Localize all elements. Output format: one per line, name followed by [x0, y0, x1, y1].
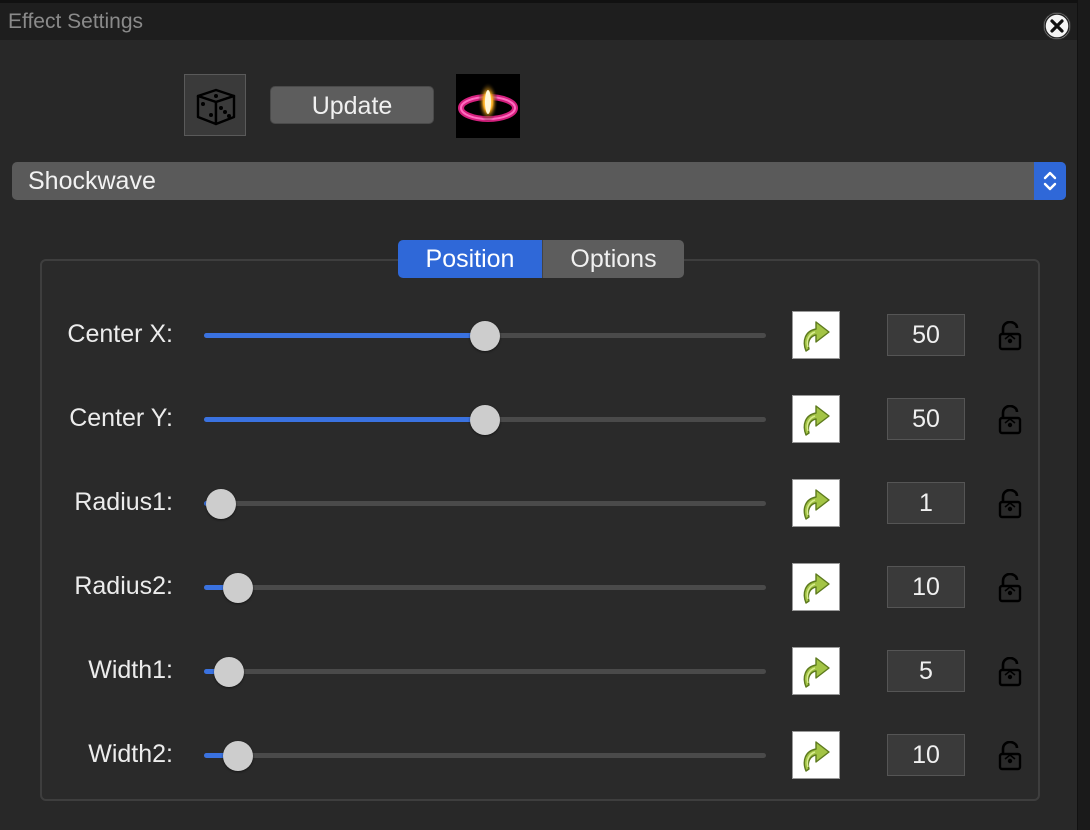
effect-type-value: Shockwave: [28, 167, 156, 195]
param-label: Radius2:: [74, 572, 173, 600]
effect-preview-thumbnail: [456, 74, 520, 138]
effect-settings-window: Effect Settings Update Shockwave Positio…: [0, 0, 1077, 830]
unlock-icon[interactable]: [996, 740, 1024, 771]
param-label: Radius1:: [74, 488, 173, 516]
unlock-icon[interactable]: [996, 572, 1024, 603]
param-label: Width2:: [88, 740, 173, 768]
reset-default-button[interactable]: [792, 311, 840, 359]
window-title: Effect Settings: [8, 10, 144, 33]
slider-fill: [204, 333, 485, 338]
curved-arrow-icon: [803, 741, 830, 772]
param-slider[interactable]: [204, 753, 766, 758]
curved-arrow-icon: [803, 573, 830, 604]
randomize-button[interactable]: [184, 74, 246, 136]
tab-options[interactable]: Options: [542, 240, 684, 278]
reset-default-button[interactable]: [792, 395, 840, 443]
select-stepper[interactable]: [1034, 162, 1066, 200]
title-bar: Effect Settings: [0, 0, 1077, 40]
param-row: Center Y: 50: [0, 394, 1077, 444]
param-value-field[interactable]: 5: [887, 650, 965, 692]
unlock-icon[interactable]: [996, 320, 1024, 351]
curved-arrow-icon: [803, 489, 830, 520]
chevron-up-down-icon: [1043, 171, 1057, 191]
param-label: Center X:: [67, 320, 173, 348]
reset-default-button[interactable]: [792, 563, 840, 611]
effect-type-select[interactable]: Shockwave: [12, 162, 1066, 200]
param-slider[interactable]: [204, 585, 766, 590]
close-button[interactable]: [1044, 13, 1070, 39]
padlock-open-icon: [998, 572, 1022, 603]
param-label: Width1:: [88, 656, 173, 684]
param-row: Radius1: 1: [0, 478, 1077, 528]
param-value-field[interactable]: 10: [887, 566, 965, 608]
param-value-field[interactable]: 10: [887, 734, 965, 776]
param-row: Width2: 10: [0, 730, 1077, 780]
padlock-open-icon: [998, 656, 1022, 687]
unlock-icon[interactable]: [996, 488, 1024, 519]
padlock-open-icon: [998, 488, 1022, 519]
param-slider[interactable]: [204, 669, 766, 674]
reset-default-button[interactable]: [792, 647, 840, 695]
slider-fill: [204, 417, 485, 422]
param-value-field[interactable]: 50: [887, 314, 965, 356]
param-row: Radius2: 10: [0, 562, 1077, 612]
param-label: Center Y:: [69, 404, 173, 432]
slider-thumb[interactable]: [222, 741, 253, 771]
reset-default-button[interactable]: [792, 479, 840, 527]
dice-icon: [196, 88, 236, 126]
slider-thumb[interactable]: [470, 321, 500, 351]
update-button[interactable]: Update: [270, 86, 434, 124]
param-slider[interactable]: [204, 501, 766, 506]
curved-arrow-icon: [803, 405, 830, 436]
tab-position[interactable]: Position: [398, 240, 542, 278]
slider-thumb[interactable]: [470, 405, 500, 435]
param-row: Center X: 50: [0, 310, 1077, 360]
reset-default-button[interactable]: [792, 731, 840, 779]
window-edge: [1077, 0, 1090, 830]
slider-thumb[interactable]: [214, 657, 245, 687]
unlock-icon[interactable]: [996, 404, 1024, 435]
close-icon: [1044, 13, 1070, 39]
tab-bar: Position Options: [398, 240, 684, 278]
param-value-field[interactable]: 1: [887, 482, 965, 524]
param-row: Width1: 5: [0, 646, 1077, 696]
curved-arrow-icon: [803, 321, 830, 352]
param-value-field[interactable]: 50: [887, 398, 965, 440]
unlock-icon[interactable]: [996, 656, 1024, 687]
slider-thumb[interactable]: [205, 489, 236, 519]
padlock-open-icon: [998, 740, 1022, 771]
padlock-open-icon: [998, 404, 1022, 435]
padlock-open-icon: [998, 320, 1022, 351]
slider-thumb[interactable]: [222, 573, 253, 603]
shockwave-preview-icon: [456, 74, 520, 138]
curved-arrow-icon: [803, 657, 830, 688]
